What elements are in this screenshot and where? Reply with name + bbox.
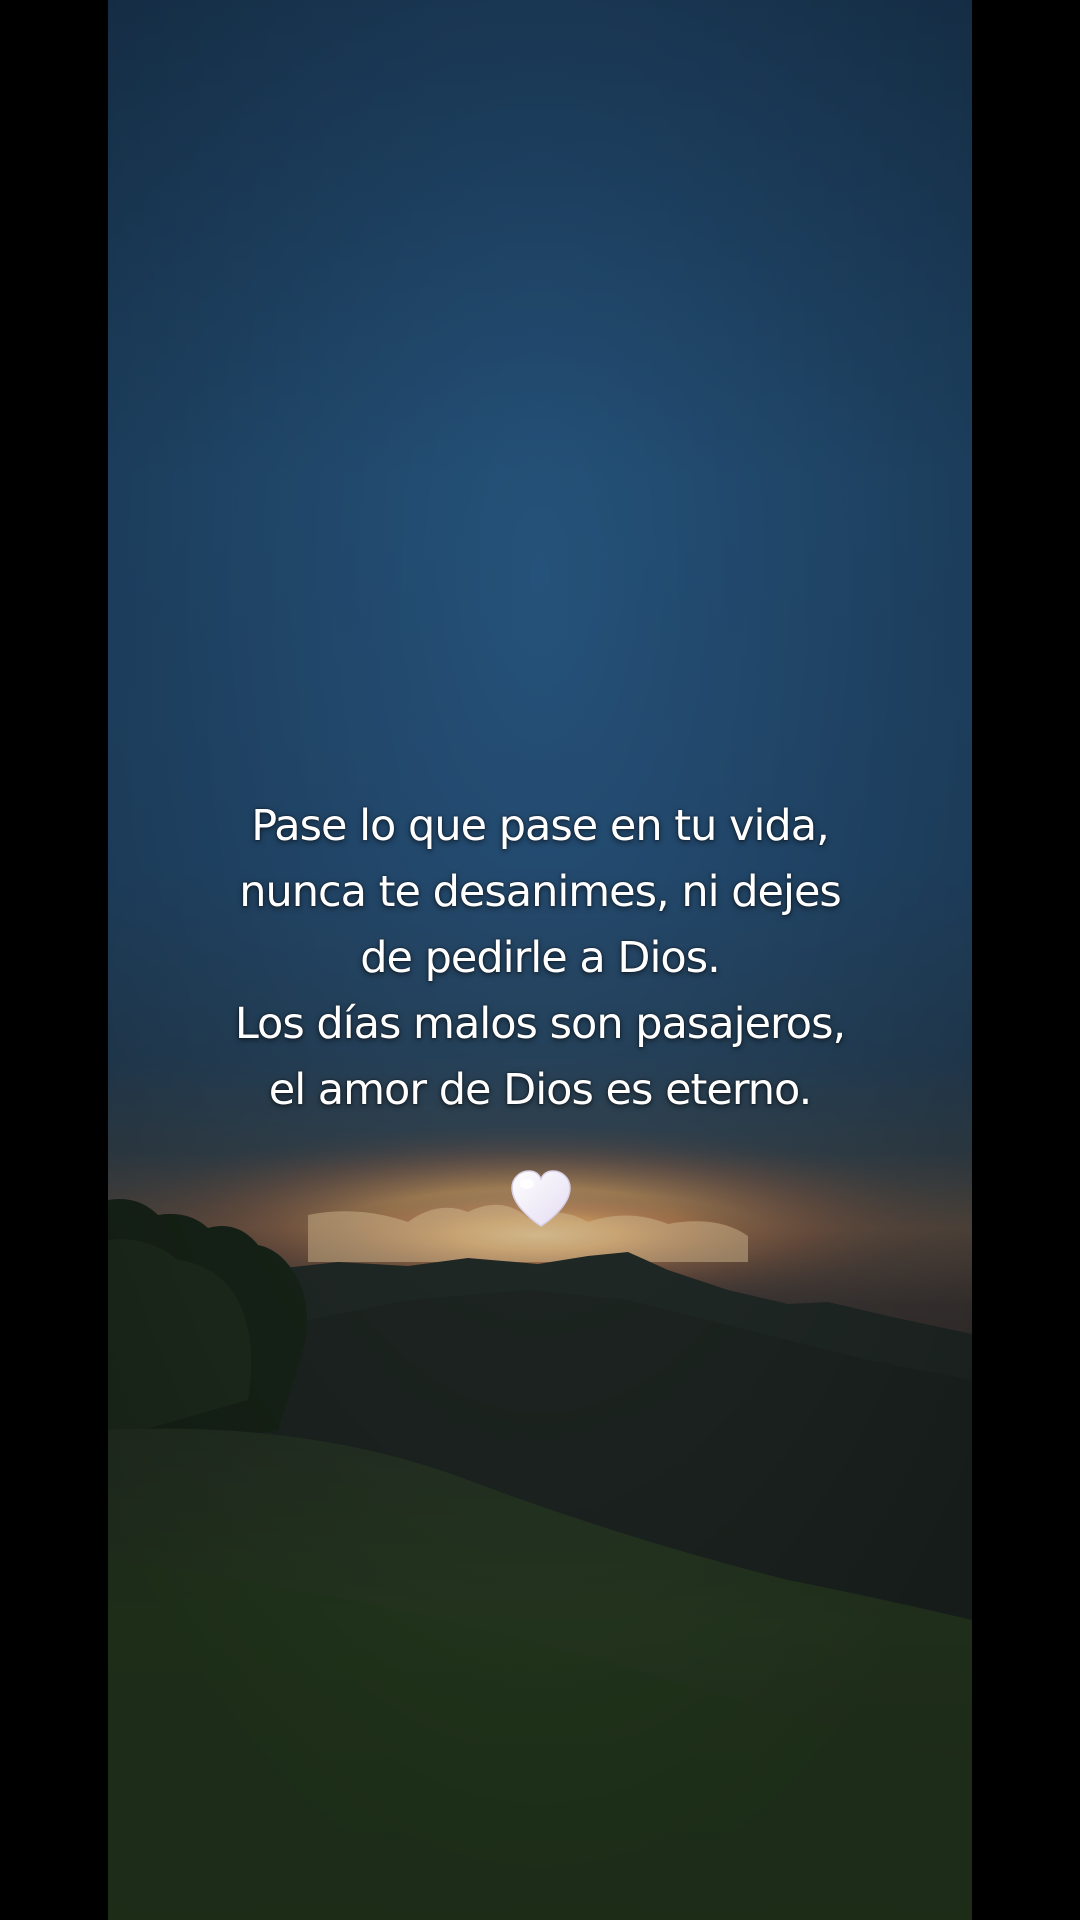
video-frame: Pase lo que pase en tu vida, nunca te de…	[0, 0, 1080, 1920]
landscape-photo: Pase lo que pase en tu vida, nunca te de…	[108, 0, 972, 1920]
quote-line: el amor de Dios es eterno.	[268, 1065, 813, 1115]
quote-caption: Pase lo que pase en tu vida, nunca te de…	[108, 793, 972, 1123]
quote-line: de pedirle a Dios.	[360, 933, 721, 983]
quote-line: Pase lo que pase en tu vida,	[251, 801, 830, 851]
quote-line: Los días malos son pasajeros,	[234, 999, 846, 1049]
quote-line: nunca te desanimes, ni dejes	[239, 867, 842, 917]
